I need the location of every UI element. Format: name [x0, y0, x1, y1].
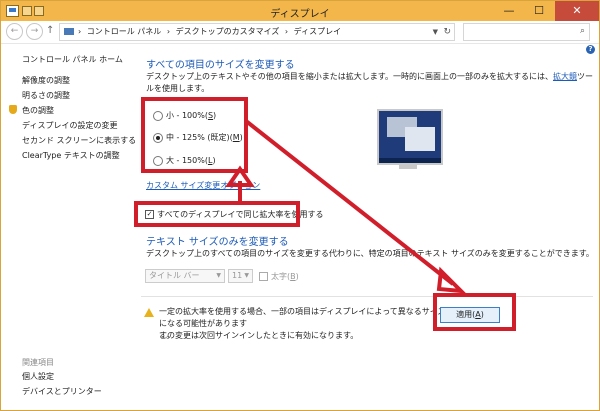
annotation-arrows — [225, 119, 467, 294]
arrow-diagonal-shaft — [244, 119, 455, 286]
display-settings-window: ディスプレイ — ☐ ✕ ← → ↑ › コントロール パネル › デスクトップ… — [0, 0, 600, 411]
arrow-diagonal-head — [436, 266, 467, 294]
